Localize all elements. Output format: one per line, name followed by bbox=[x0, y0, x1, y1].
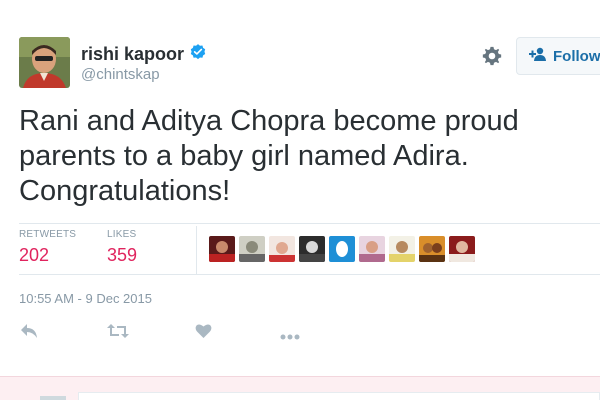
likes-stat[interactable]: LIKES 359 bbox=[107, 229, 137, 266]
reply-input-box[interactable] bbox=[78, 392, 600, 400]
liker-avatar[interactable] bbox=[419, 236, 445, 262]
retweet-icon[interactable] bbox=[107, 323, 129, 344]
gear-icon[interactable] bbox=[481, 45, 503, 67]
liker-avatar[interactable] bbox=[239, 236, 265, 262]
like-icon[interactable] bbox=[195, 323, 212, 344]
stats-bottom-divider bbox=[19, 274, 600, 275]
liker-avatar[interactable] bbox=[449, 236, 475, 262]
more-icon[interactable] bbox=[280, 327, 300, 345]
stats-top-divider bbox=[19, 223, 600, 224]
retweets-stat[interactable]: RETWEETS 202 bbox=[19, 229, 76, 266]
follow-button[interactable]: Follow bbox=[516, 37, 600, 75]
stats-separator bbox=[196, 226, 197, 274]
follow-label: Follow bbox=[553, 47, 600, 65]
viewer-avatar bbox=[40, 396, 66, 400]
author-handle[interactable]: @chintskap bbox=[81, 66, 160, 83]
likes-label: LIKES bbox=[107, 229, 137, 240]
likes-count[interactable]: 359 bbox=[107, 245, 137, 266]
retweets-label: RETWEETS bbox=[19, 229, 77, 240]
liker-avatar[interactable] bbox=[209, 236, 235, 262]
add-user-icon bbox=[529, 47, 547, 65]
reply-icon[interactable] bbox=[20, 323, 38, 344]
tweet-timestamp[interactable]: 10:55 AM - 9 Dec 2015 bbox=[19, 291, 152, 306]
liker-avatar[interactable] bbox=[389, 236, 415, 262]
author-avatar[interactable] bbox=[19, 37, 70, 88]
liker-avatar[interactable] bbox=[359, 236, 385, 262]
liker-avatar[interactable] bbox=[269, 236, 295, 262]
liker-avatar[interactable] bbox=[329, 236, 355, 262]
liker-avatar[interactable] bbox=[299, 236, 325, 262]
retweets-count[interactable]: 202 bbox=[19, 245, 76, 266]
author-name[interactable]: rishi kapoor bbox=[81, 44, 184, 65]
tweet-text: Rani and Aditya Chopra become proud pare… bbox=[19, 105, 519, 207]
verified-badge-icon bbox=[189, 43, 207, 66]
liker-avatars bbox=[209, 236, 475, 262]
author-name-row[interactable]: rishi kapoor bbox=[81, 43, 207, 66]
